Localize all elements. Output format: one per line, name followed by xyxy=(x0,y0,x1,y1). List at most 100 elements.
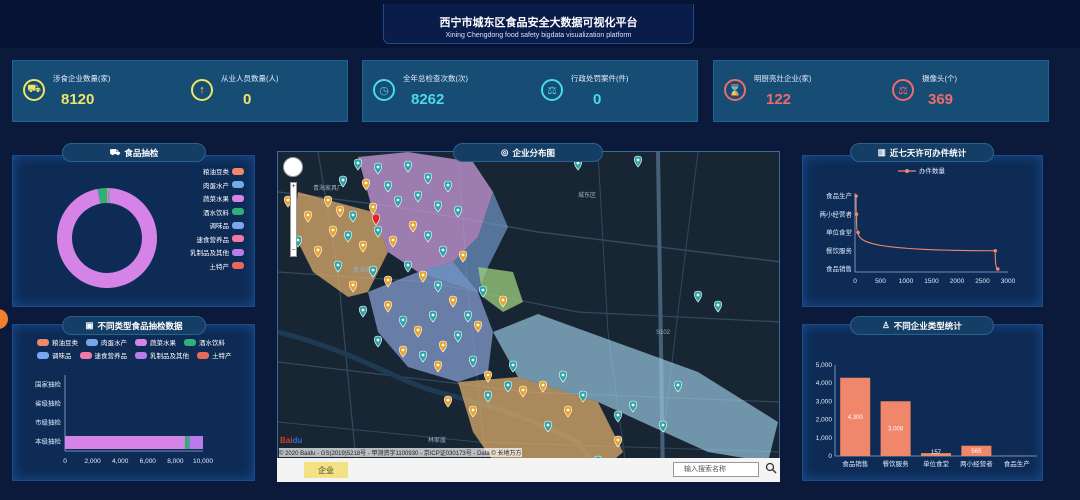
x-tick-label: 食品生产 xyxy=(1004,459,1031,468)
panel-title-text: 不同企业类型统计 xyxy=(893,320,962,331)
pin-dot xyxy=(506,383,510,387)
pin-dot xyxy=(331,228,335,232)
y-tick-label: 两小经营者 xyxy=(820,209,853,218)
map-pan-control[interactable] xyxy=(283,157,303,177)
search-icon[interactable] xyxy=(765,462,777,474)
pin-dot xyxy=(501,298,505,302)
y-tick-label: 食品生产 xyxy=(826,191,853,200)
stat-inspections: ◷ 全年总检查次数(次) 8262 xyxy=(373,61,523,123)
panel-title-enterprise-dist: ◎ 企业分布图 xyxy=(453,143,603,162)
legend-item[interactable]: 土特产 xyxy=(197,350,232,360)
scale-icon: ⚖ xyxy=(541,79,563,101)
legend-swatch xyxy=(184,338,196,346)
line-point xyxy=(996,267,1000,271)
pin-dot xyxy=(631,403,635,407)
permits-panel: 办件数量 食品生产 两小经营者 单位食堂 餐饮服务 食品销售 0 500 1000 1500 200… xyxy=(802,155,1043,307)
legend-item[interactable]: 调味品 xyxy=(37,350,72,360)
type-sampling-panel: 粮油豆类 肉蛋水产 蔬菜水果 酒水饮料调味品 速食营养品 乳制品及其他 土特产 国家抽检 省级… xyxy=(12,324,255,481)
pin-dot xyxy=(376,338,380,342)
food-sampling-panel: 粮油豆类肉蛋水产蔬菜水果酒水饮料调味品速食营养品乳制品及其他土特产 xyxy=(12,155,255,307)
legend-label: 乳制品及其他 xyxy=(150,353,189,360)
legend-swatch xyxy=(37,338,49,346)
stat-box-2: ◷ 全年总检查次数(次) 8262 ⚖ 行政处罚案件(件) 0 xyxy=(362,60,698,122)
legend-item[interactable]: 乳制品及其他 xyxy=(135,350,189,360)
legend-label: 办件数量 xyxy=(919,166,946,175)
pin-dot xyxy=(411,223,415,227)
legend-item[interactable]: 粮油豆类 xyxy=(203,166,244,176)
legend-item[interactable]: 酒水饮料 xyxy=(203,207,244,217)
stat-value: 369 xyxy=(928,91,954,108)
pin-dot xyxy=(416,193,420,197)
pin-dot xyxy=(316,248,320,252)
header: 西宁市城东区食品安全大数据可视化平台 Xining Chengdong food… xyxy=(0,0,1080,48)
legend-label: 蔬菜水果 xyxy=(203,196,229,203)
pin-dot xyxy=(461,253,465,257)
legend-item[interactable]: 土特产 xyxy=(210,261,244,271)
legend-label: 酒水饮料 xyxy=(203,209,229,217)
x-tick-label: 6,000 xyxy=(140,458,157,465)
y-tick-label: 4,000 xyxy=(816,380,833,387)
legend-item[interactable]: 粮油豆类 xyxy=(37,337,78,347)
data-label: 157 xyxy=(931,450,942,456)
side-expand-handle[interactable] xyxy=(0,309,8,329)
map-place-label: 林家崖 xyxy=(428,436,446,444)
pin-dot xyxy=(481,288,485,292)
stat-enterprises: ⛟ 涉食企业数量(家) 8120 xyxy=(23,61,173,123)
line-chart: 办件数量食品生产两小经营者单位食堂餐饮服务食品销售0 500 1000 1500 200… xyxy=(820,166,1016,285)
stat-value: 0 xyxy=(243,91,252,108)
enterprise-types-panel: 0 1,000 2,000 3,000 4,000 5,000 4,300 食品销售 3,008… xyxy=(802,324,1043,481)
pin-dot xyxy=(471,358,475,362)
pin-dot xyxy=(371,205,375,209)
panel-title-text: 不同类型食品抽检数据 xyxy=(97,320,183,331)
x-tick-label: 500 xyxy=(875,278,886,285)
map-search-input[interactable] xyxy=(673,462,759,477)
x-tick-label: 2,000 xyxy=(84,458,101,465)
x-tick-label: 1500 xyxy=(924,278,939,285)
map-zoom-slider[interactable]: + − xyxy=(290,182,297,257)
pin-dot xyxy=(436,283,440,287)
map-place-label: 青海家具厂 xyxy=(313,184,343,192)
enterprise-tab-button[interactable]: 企业 xyxy=(304,462,348,478)
pin-dot xyxy=(364,181,368,185)
legend-item[interactable]: 蔬菜水果 xyxy=(135,337,176,347)
zoom-out-icon[interactable]: − xyxy=(290,247,297,255)
legend-item[interactable]: 酒水饮料 xyxy=(184,337,225,347)
pin-dot xyxy=(446,183,450,187)
legend-item[interactable]: 蔬菜水果 xyxy=(203,193,244,203)
bar-chart: 0 1,000 2,000 3,000 4,000 5,000 4,300 食品销售 3,008… xyxy=(816,362,1037,468)
line-point xyxy=(854,212,859,217)
stat-cameras: ⚖ 摄像头(个) 369 xyxy=(892,61,1042,123)
legend-swatch xyxy=(197,351,209,359)
pin-dot xyxy=(326,198,330,202)
x-tick-label: 1000 xyxy=(899,278,914,285)
pin-dot xyxy=(401,348,405,352)
stacked-bar-chart: 国家抽检省级抽检市级抽检本级抽检 0 2,000 4,000 6,000 8,000 10,… xyxy=(35,375,213,465)
y-tick-label: 国家抽检 xyxy=(35,380,62,389)
pin-dot xyxy=(421,273,425,277)
zoom-in-icon[interactable]: + xyxy=(290,183,297,191)
legend-item[interactable]: 肉蛋水产 xyxy=(86,337,127,347)
legend-item[interactable]: 速食营养品 xyxy=(79,350,127,360)
enterprise-map[interactable]: 青海家具厂 青海药材 城东区 S102 林家崖 + − Baidu © 2020 Bai… xyxy=(277,151,780,481)
stat-box-1: ⛟ 涉食企业数量(家) 8120 ↑ 从业人员数量(人) 0 xyxy=(12,60,348,122)
pin-dot xyxy=(306,213,310,217)
stat-label: 涉食企业数量(家) xyxy=(53,74,111,83)
legend-item[interactable]: 速食营养品 xyxy=(197,234,244,244)
pin-dot xyxy=(386,183,390,187)
legend-swatch xyxy=(135,351,147,359)
legend-item[interactable]: 肉蛋水产 xyxy=(203,180,244,190)
car-icon: ⛟ xyxy=(23,79,45,101)
donut-chart xyxy=(56,188,157,288)
map-canvas[interactable]: 青海家具厂青海药材城东区S102林家崖 xyxy=(278,152,780,481)
y-tick-label: 1,000 xyxy=(816,435,833,442)
legend-item[interactable]: 乳制品及其他 xyxy=(190,247,244,257)
legend-item[interactable]: 调味品 xyxy=(210,220,244,230)
pin-dot xyxy=(471,408,475,412)
legend-marker xyxy=(905,169,909,173)
pin-dot xyxy=(451,298,455,302)
pin-dot xyxy=(396,198,400,202)
legend-swatch xyxy=(79,351,92,359)
map-place-label: S102 xyxy=(656,330,671,336)
bar-segment xyxy=(65,436,186,449)
legend-swatch xyxy=(232,181,244,188)
